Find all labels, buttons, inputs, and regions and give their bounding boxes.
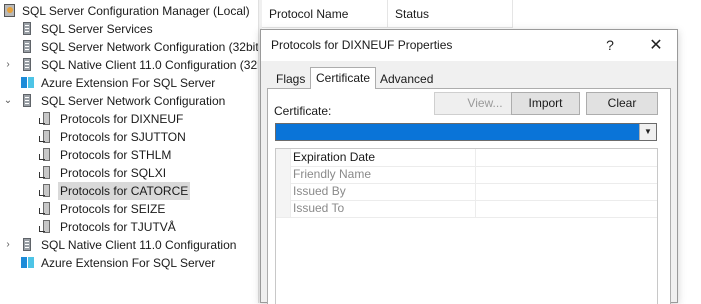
property-name: Issued To bbox=[293, 200, 476, 217]
native-client-icon bbox=[20, 58, 36, 72]
services-icon bbox=[20, 22, 36, 36]
protocol-icon bbox=[39, 202, 55, 216]
properties-dialog: Protocols for DIXNEUF Properties ? ✕ Fla… bbox=[260, 29, 678, 304]
property-row[interactable]: Issued To bbox=[276, 200, 657, 218]
chevron-down-icon[interactable]: ⌄ bbox=[2, 92, 14, 110]
protocol-icon bbox=[39, 220, 55, 234]
tree-item-label: Protocols for SJUTTON bbox=[60, 130, 186, 144]
clear-button[interactable]: Clear bbox=[586, 92, 658, 115]
certificate-properties-grid: Expiration Date Friendly Name Issued By … bbox=[275, 148, 658, 304]
tab-certificate[interactable]: Certificate bbox=[310, 67, 377, 89]
azure-icon bbox=[20, 256, 36, 270]
property-row[interactable]: Expiration Date bbox=[276, 149, 657, 167]
network-icon bbox=[20, 40, 36, 54]
dialog-title: Protocols for DIXNEUF Properties bbox=[271, 38, 453, 52]
tree-item-label: SQL Native Client 11.0 Configuration bbox=[41, 238, 237, 252]
tree-item-label: Azure Extension For SQL Server bbox=[41, 256, 216, 270]
config-manager-icon bbox=[2, 4, 18, 18]
chevron-right-icon[interactable]: › bbox=[2, 236, 14, 254]
tree-item-label: Protocols for TJUTVÅ bbox=[60, 220, 176, 234]
row-gutter bbox=[276, 183, 291, 200]
native-client-icon bbox=[20, 238, 36, 252]
protocol-icon bbox=[39, 112, 55, 126]
protocol-icon bbox=[39, 184, 55, 198]
tree-item-label: SQL Server Network Configuration bbox=[41, 94, 226, 108]
row-gutter bbox=[276, 149, 291, 166]
certificate-select[interactable]: ▼ bbox=[275, 123, 657, 141]
tree-item-label: SQL Server Network Configuration (32bit bbox=[41, 40, 259, 54]
protocol-icon bbox=[39, 130, 55, 144]
row-gutter bbox=[276, 166, 291, 183]
property-name: Expiration Date bbox=[293, 149, 476, 166]
tree-item-label: Protocols for DIXNEUF bbox=[60, 112, 184, 126]
property-row[interactable]: Issued By bbox=[276, 183, 657, 201]
tab-flags[interactable]: Flags bbox=[270, 69, 311, 88]
dialog-titlebar[interactable]: Protocols for DIXNEUF Properties ? ✕ bbox=[261, 30, 677, 61]
tree-root-label: SQL Server Configuration Manager (Local) bbox=[22, 4, 250, 18]
tree-item-label: SQL Native Client 11.0 Configuration (32… bbox=[41, 58, 264, 72]
property-name: Issued By bbox=[293, 183, 476, 200]
tree-item-label: Protocols for SEIZE bbox=[60, 202, 166, 216]
tree-item-label: Azure Extension For SQL Server bbox=[41, 76, 216, 90]
property-row[interactable]: Friendly Name bbox=[276, 166, 657, 184]
tree-item-label: Protocols for STHLM bbox=[60, 148, 172, 162]
chevron-down-icon[interactable]: ▼ bbox=[639, 124, 656, 140]
tree-item-label: Protocols for SQLXI bbox=[60, 166, 167, 180]
tab-advanced[interactable]: Advanced bbox=[374, 69, 439, 88]
help-button[interactable]: ? bbox=[595, 30, 625, 61]
property-name: Friendly Name bbox=[293, 166, 476, 183]
tree-pane: SQL Server Configuration Manager (Local)… bbox=[0, 0, 264, 303]
protocol-icon bbox=[39, 148, 55, 162]
import-button[interactable]: Import bbox=[511, 92, 580, 115]
tree-item-label: Protocols for CATORCE bbox=[58, 182, 191, 200]
certificate-label: Certificate: bbox=[274, 104, 332, 118]
close-button[interactable]: ✕ bbox=[641, 30, 671, 61]
network-icon bbox=[20, 94, 36, 108]
column-header-status[interactable]: Status bbox=[388, 0, 513, 28]
protocol-icon bbox=[39, 166, 55, 180]
column-header-protocol-name[interactable]: Protocol Name bbox=[262, 0, 388, 28]
row-gutter bbox=[276, 200, 291, 217]
tree-item-label: SQL Server Services bbox=[41, 22, 153, 36]
chevron-right-icon[interactable]: › bbox=[2, 56, 14, 74]
azure-icon bbox=[20, 76, 36, 90]
